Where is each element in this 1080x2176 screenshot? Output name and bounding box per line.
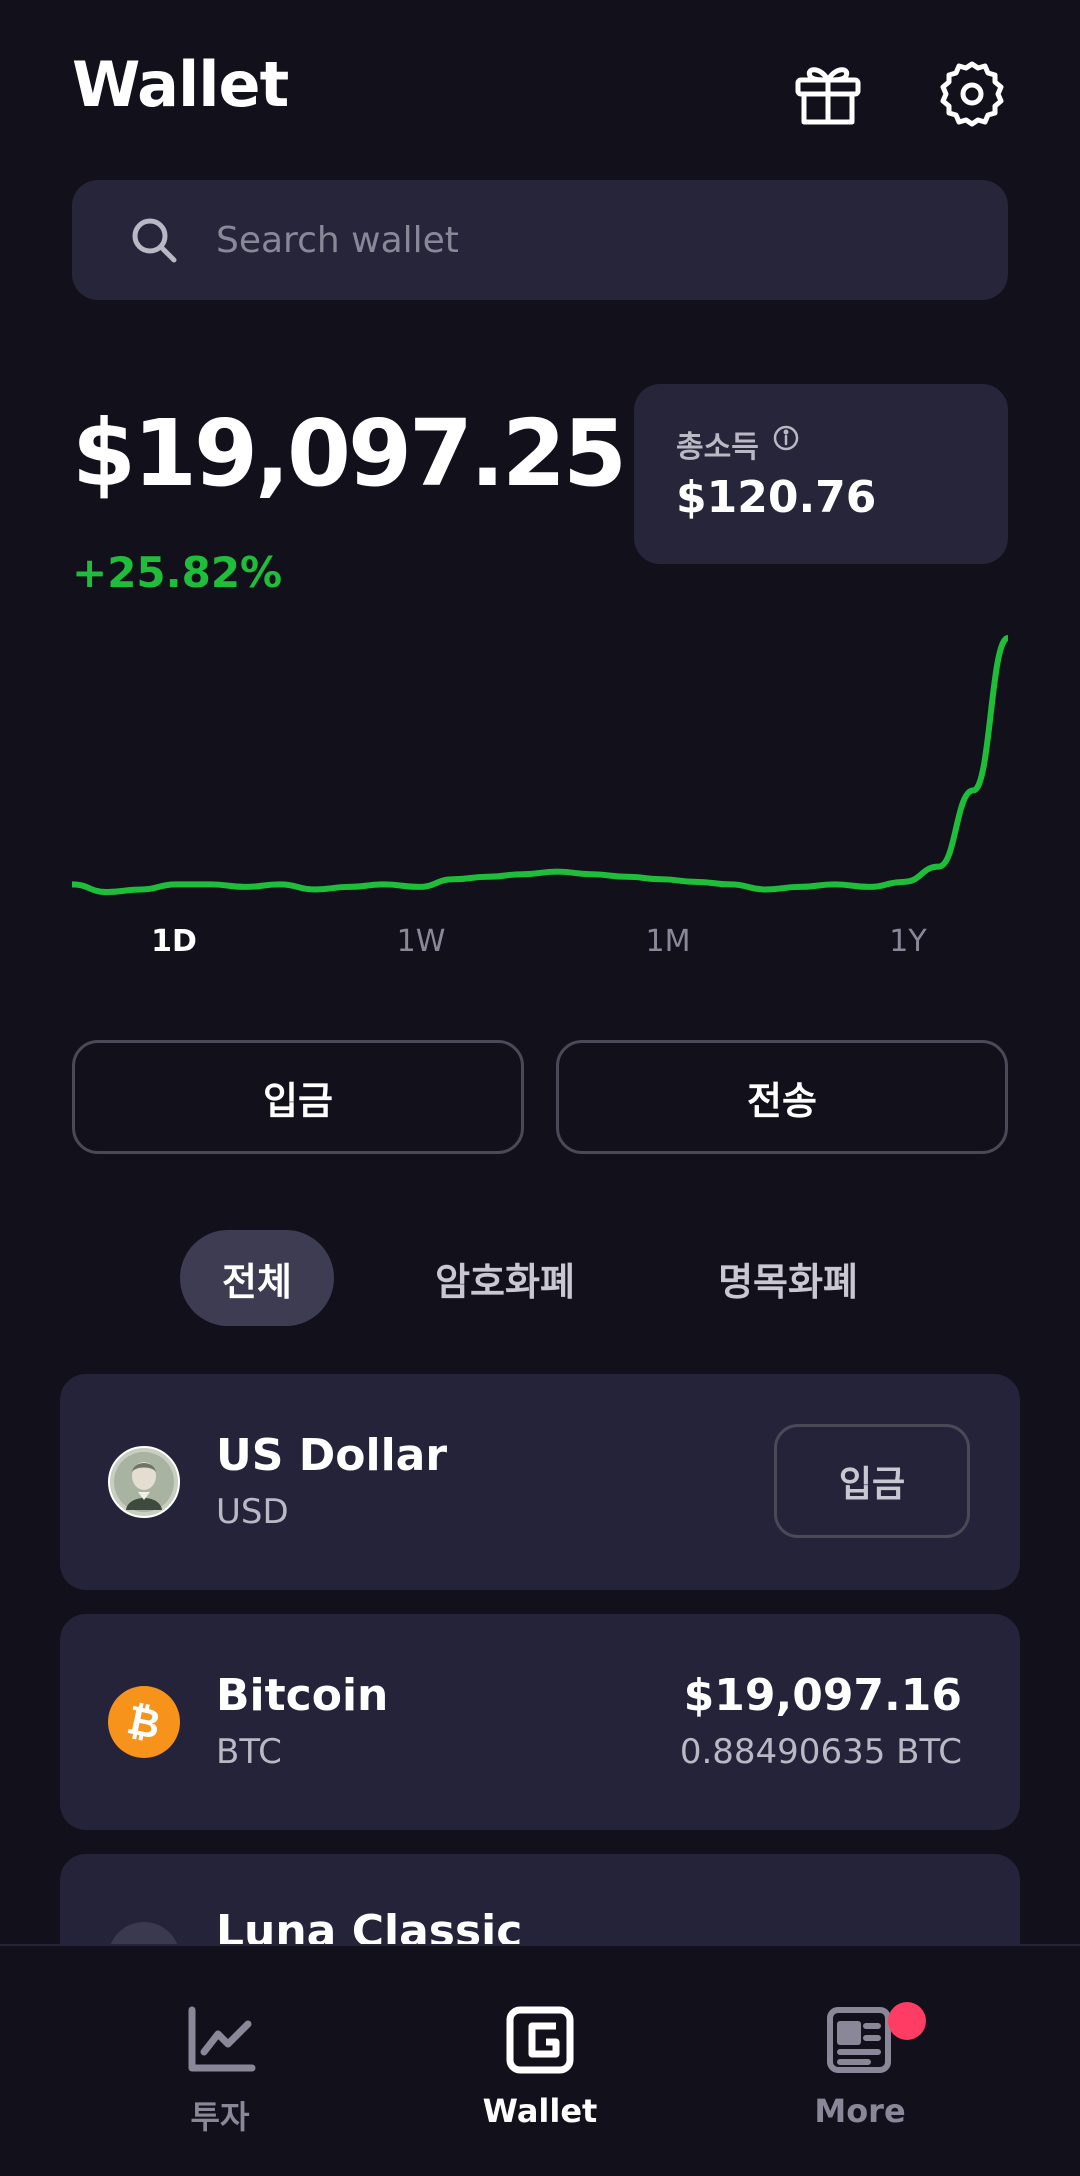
nav-item-more[interactable]: More [740, 1946, 980, 2176]
chart-series-line [72, 635, 1008, 895]
nav-label: Wallet [482, 2092, 598, 2130]
asset-quantity: 0.88490635 BTC [679, 1732, 962, 1772]
search-input[interactable] [216, 219, 916, 261]
period-selector: 1D 1W 1M 1Y [0, 924, 1080, 972]
notification-badge [888, 2002, 926, 2040]
period-1y[interactable]: 1Y [889, 924, 926, 959]
tab-fiat[interactable]: 명목화폐 [690, 1230, 886, 1326]
wallet-screen: Wallet $19,097.25 +25.82% 총소득 $120.76 1 [0, 0, 1080, 2176]
asset-symbol: USD [216, 1492, 289, 1532]
period-1w[interactable]: 1W [397, 924, 446, 959]
nav-label: 투자 [190, 2098, 250, 2136]
total-balance: $19,097.25 [72, 400, 627, 507]
nav-label: More [814, 2092, 906, 2130]
asset-name: US Dollar [216, 1430, 448, 1481]
info-icon[interactable] [772, 424, 800, 452]
income-value: $120.76 [676, 472, 877, 523]
asset-card-usd[interactable]: US Dollar USD 입금 [60, 1374, 1020, 1590]
portfolio-chart[interactable] [72, 630, 1008, 900]
asset-symbol: BTC [216, 1732, 282, 1772]
send-button[interactable]: 전송 [556, 1040, 1008, 1154]
balance-change: +25.82% [72, 548, 283, 597]
search-icon [132, 218, 177, 263]
income-label: 총소득 [676, 430, 759, 465]
usd-deposit-button[interactable]: 입금 [774, 1424, 970, 1538]
bottom-nav: 투자 Wallet More [0, 1944, 1080, 2176]
page-title: Wallet [72, 48, 289, 121]
nav-item-invest[interactable]: 투자 [100, 1946, 340, 2176]
asset-name: Bitcoin [216, 1670, 389, 1721]
period-1d[interactable]: 1D [151, 924, 197, 959]
news-icon [827, 2007, 891, 2073]
search-bar[interactable] [72, 180, 1008, 300]
chart-line-icon [188, 2006, 256, 2072]
tab-all[interactable]: 전체 [180, 1230, 334, 1326]
nav-item-wallet[interactable]: Wallet [420, 1946, 660, 2176]
income-card[interactable]: 총소득 $120.76 [634, 384, 1008, 564]
period-1m[interactable]: 1M [646, 924, 691, 959]
us-dollar-icon [108, 1446, 180, 1518]
asset-value: $19,097.16 [683, 1670, 962, 1721]
deposit-button[interactable]: 입금 [72, 1040, 524, 1154]
gear-icon[interactable] [934, 56, 1010, 132]
bitcoin-icon: ₿ [108, 1686, 180, 1758]
wallet-icon [506, 2006, 574, 2074]
asset-card-btc[interactable]: ₿ Bitcoin BTC $19,097.16 0.88490635 BTC [60, 1614, 1020, 1830]
gift-icon[interactable] [790, 56, 866, 132]
tab-crypto[interactable]: 암호화폐 [410, 1230, 600, 1326]
